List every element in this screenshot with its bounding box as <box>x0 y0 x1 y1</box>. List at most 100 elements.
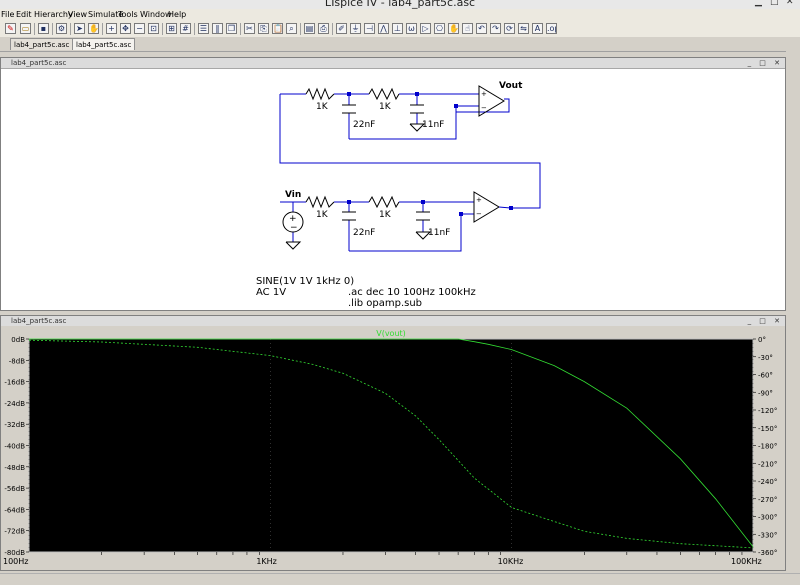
text-icon[interactable]: A <box>532 23 543 34</box>
y-right-tick-label: -30° <box>758 354 773 362</box>
y-right-tick-label: -300° <box>758 514 777 522</box>
component-icon[interactable]: ⎔ <box>434 23 445 34</box>
menu-window[interactable]: Window <box>140 10 172 19</box>
capacitor-c2[interactable] <box>410 104 424 114</box>
grid-icon[interactable]: # <box>180 23 191 34</box>
y-left-tick-label: -48dB <box>4 464 25 472</box>
menu-view[interactable]: View <box>68 10 87 19</box>
scrollbar[interactable] <box>786 51 800 573</box>
zoom-fit-icon[interactable]: ⊡ <box>148 23 159 34</box>
y-left-tick-label: 0dB <box>11 336 25 344</box>
tab-schematic[interactable]: lab4_part5c.asc <box>10 38 74 50</box>
pan-icon[interactable]: ✥ <box>120 23 131 34</box>
inductor-icon[interactable]: ω <box>406 23 417 34</box>
lib-directive[interactable]: .lib opamp.sub <box>348 298 422 309</box>
resistor-r1[interactable] <box>305 87 335 101</box>
label-c1: 22nF <box>353 120 375 130</box>
capacitor-c4[interactable] <box>416 211 430 221</box>
tile-horizontal-icon[interactable]: ☰ <box>198 23 209 34</box>
zoom-out-icon[interactable]: − <box>134 23 145 34</box>
menu-file[interactable]: File <box>1 10 14 19</box>
zoom-in-icon[interactable]: + <box>106 23 117 34</box>
menu-edit[interactable]: Edit <box>16 10 32 19</box>
plot-area[interactable] <box>28 338 754 553</box>
schematic-window: lab4_part5c.asc _ □ ✕ + − + − + − 1K 1K … <box>0 57 786 311</box>
label-r3: 1K <box>316 210 329 220</box>
y-right-tick-label: -60° <box>758 372 773 380</box>
y-right-tick-label: -240° <box>758 478 777 486</box>
maximize-icon[interactable]: □ <box>770 0 779 7</box>
schematic-canvas[interactable]: + − + − + − 1K 1K 22nF 11nF Vout Vin 1K … <box>1 68 785 310</box>
bode-plot[interactable]: 100Hz 1KHz 10KHz 100KHz 0dB -8dB -16dB -24dB -32… <box>1 326 785 570</box>
copy-icon[interactable]: ⎘ <box>258 23 269 34</box>
x-tick-label: 100Hz <box>3 557 28 566</box>
undo-icon[interactable]: ↶ <box>476 23 487 34</box>
resistor-icon[interactable]: ⋀ <box>378 23 389 34</box>
mirror-icon[interactable]: ⇋ <box>518 23 529 34</box>
close-icon[interactable]: ✕ <box>786 0 794 7</box>
status-bar <box>0 573 800 585</box>
y-left-tick-label: -24dB <box>4 400 25 408</box>
redo-icon[interactable]: ↷ <box>490 23 501 34</box>
y-right-tick-label: -210° <box>758 460 777 468</box>
label-c3: 22nF <box>353 228 375 238</box>
run-icon[interactable]: ➤ <box>74 23 85 34</box>
menu-hierarchy[interactable]: Hierarchy <box>34 10 73 19</box>
document-tabs: lab4_part5c.asc lab4_part5c.asc <box>0 37 800 52</box>
ac-directive[interactable]: .ac dec 10 100Hz 100kHz <box>348 287 476 298</box>
cut-icon[interactable]: ✂ <box>244 23 255 34</box>
menu-tools[interactable]: Tools <box>118 10 138 19</box>
label-c4: 11nF <box>428 228 450 238</box>
find-icon[interactable]: ⌕ <box>286 23 297 34</box>
print-preview-icon[interactable]: ▤ <box>304 23 315 34</box>
save-icon[interactable]: ▪ <box>38 23 49 34</box>
control-panel-icon[interactable]: ⚙ <box>56 23 67 34</box>
halt-icon[interactable]: ✋ <box>88 23 99 34</box>
menu-help[interactable]: Help <box>168 10 186 19</box>
svg-text:+: + <box>481 90 487 98</box>
new-schematic-icon[interactable]: ✎ <box>5 23 16 34</box>
open-folder-icon[interactable]: ▭ <box>20 23 31 34</box>
resistor-r4[interactable] <box>368 195 400 209</box>
autorange-icon[interactable]: ⊞ <box>166 23 177 34</box>
source-value-line1[interactable]: SINE(1V 1V 1kHz 0) <box>256 276 354 287</box>
paste-icon[interactable]: 📋 <box>272 23 283 34</box>
resistor-r2[interactable] <box>368 87 400 101</box>
diode-icon[interactable]: ▷ <box>420 23 431 34</box>
y-left-tick-label: -56dB <box>4 485 25 493</box>
window-titlebar: LTspice IV - lab4_part5c.asc ▁ □ ✕ <box>0 0 800 9</box>
rotate-icon[interactable]: ⟳ <box>504 23 515 34</box>
x-tick-label: 1KHz <box>256 557 277 566</box>
y-left-tick-label: -32dB <box>4 421 25 429</box>
trace-label-vout[interactable]: V(vout) <box>376 329 406 338</box>
window-controls[interactable]: _ □ ✕ <box>748 316 783 326</box>
move-icon[interactable]: ✋ <box>448 23 459 34</box>
wire-icon[interactable]: ✐ <box>336 23 347 34</box>
x-tick-label: 100KHz <box>731 557 762 566</box>
y-left-tick-label: -80dB <box>4 549 25 557</box>
y-left-tick-label: -8dB <box>9 357 25 365</box>
ground-icon[interactable]: ⏚ <box>350 23 361 34</box>
spice-directive-icon[interactable]: .op <box>546 23 557 34</box>
y-left-tick-label: -72dB <box>4 528 25 536</box>
window-controls[interactable]: _ □ ✕ <box>748 58 783 68</box>
minimize-icon[interactable]: ▁ <box>755 0 762 7</box>
label-c2: 11nF <box>422 120 444 130</box>
drag-icon[interactable]: ☝ <box>462 23 473 34</box>
source-value-line2[interactable]: AC 1V <box>256 287 286 298</box>
tab-plot[interactable]: lab4_part5c.asc <box>72 38 136 50</box>
y-right-tick-label: -150° <box>758 425 777 433</box>
capacitor-c1[interactable] <box>342 104 356 114</box>
print-icon[interactable]: ⎙ <box>318 23 329 34</box>
voltage-source-vin[interactable]: + − <box>282 211 304 233</box>
capacitor-icon[interactable]: ⊥ <box>392 23 403 34</box>
y-right-tick-label: -180° <box>758 443 777 451</box>
x-tick-label: 10KHz <box>498 557 524 566</box>
y-right-tick-label: -330° <box>758 531 777 539</box>
tile-vertical-icon[interactable]: ‖ <box>212 23 223 34</box>
cascade-icon[interactable]: ❐ <box>226 23 237 34</box>
opamp-stage2[interactable]: + − <box>473 191 500 223</box>
capacitor-c3[interactable] <box>342 211 356 221</box>
label-net-icon[interactable]: ⊣ <box>364 23 375 34</box>
resistor-r3[interactable] <box>305 195 335 209</box>
